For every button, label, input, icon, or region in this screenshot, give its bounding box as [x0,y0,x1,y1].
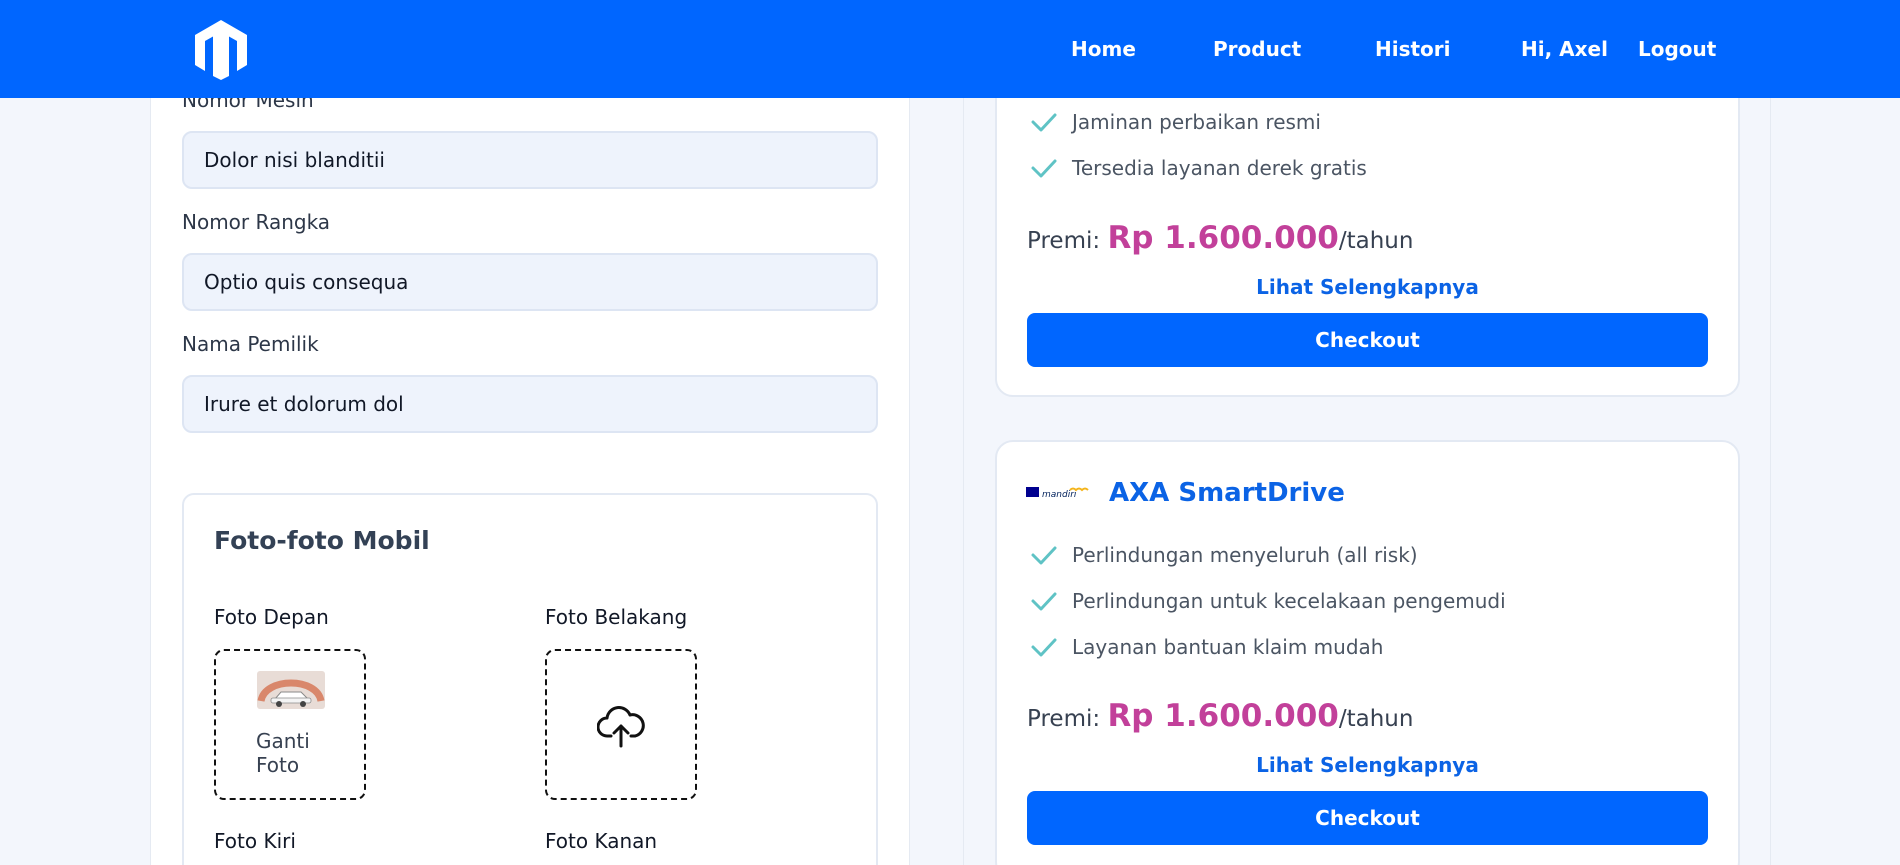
nomor-rangka-input[interactable] [182,253,878,311]
axa-mandiri-logo: mandiri [1026,487,1089,500]
product-name: AXA SmartDrive [1109,478,1345,508]
see-more-link[interactable]: Lihat Selengkapnya [1027,753,1708,777]
car-photos-title: Foto-foto Mobil [214,526,430,555]
car-thumbnail-image [257,671,325,709]
check-icon [1031,159,1057,178]
feature-item: Layanan bantuan klaim mudah [1030,635,1383,659]
foto-kanan-label: Foto Kanan [545,829,658,853]
price-value: Rp 1.600.000 [1107,698,1339,734]
feature-item: Perlindungan untuk kecelakaan pengemudi [1030,589,1506,613]
nav-product-link[interactable]: Product [1213,37,1301,61]
top-navbar: Home Product Histori Hi, Axel Logout [0,0,1900,98]
checkout-button[interactable]: Checkout [1027,791,1708,845]
price-value: Rp 1.600.000 [1107,220,1339,256]
nav-home-link[interactable]: Home [1071,37,1136,61]
check-icon [1031,546,1057,565]
logout-link[interactable]: Logout [1638,37,1716,61]
foto-depan-label: Foto Depan [214,605,329,629]
foto-belakang-upload[interactable] [545,649,697,800]
nomor-mesin-input[interactable] [182,131,878,189]
feature-item: Jaminan perbaikan resmi [1030,110,1321,134]
nav-histori-link[interactable]: Histori [1375,37,1451,61]
foto-depan-upload[interactable]: Ganti Foto [214,649,366,800]
nama-pemilik-label: Nama Pemilik [182,332,319,356]
cloud-upload-icon [597,706,645,748]
svg-text:mandiri: mandiri [1042,490,1077,500]
ganti-foto-button[interactable]: Ganti Foto [256,729,326,777]
check-icon [1031,592,1057,611]
nomor-rangka-label: Nomor Rangka [182,210,331,234]
foto-belakang-label: Foto Belakang [545,605,688,629]
see-more-link[interactable]: Lihat Selengkapnya [1027,275,1708,299]
brand-shield-logo[interactable] [193,18,249,80]
user-greeting: Hi, Axel [1521,37,1608,61]
check-icon [1031,113,1057,132]
premium-price: Premi: Rp 1.600.000/tahun [1027,698,1414,734]
premium-price: Premi: Rp 1.600.000/tahun [1027,220,1414,256]
checkout-button[interactable]: Checkout [1027,313,1708,367]
nama-pemilik-input[interactable] [182,375,878,433]
feature-item: Tersedia layanan derek gratis [1030,156,1367,180]
foto-kiri-label: Foto Kiri [214,829,296,853]
feature-item: Perlindungan menyeluruh (all risk) [1030,543,1418,567]
check-icon [1031,638,1057,657]
